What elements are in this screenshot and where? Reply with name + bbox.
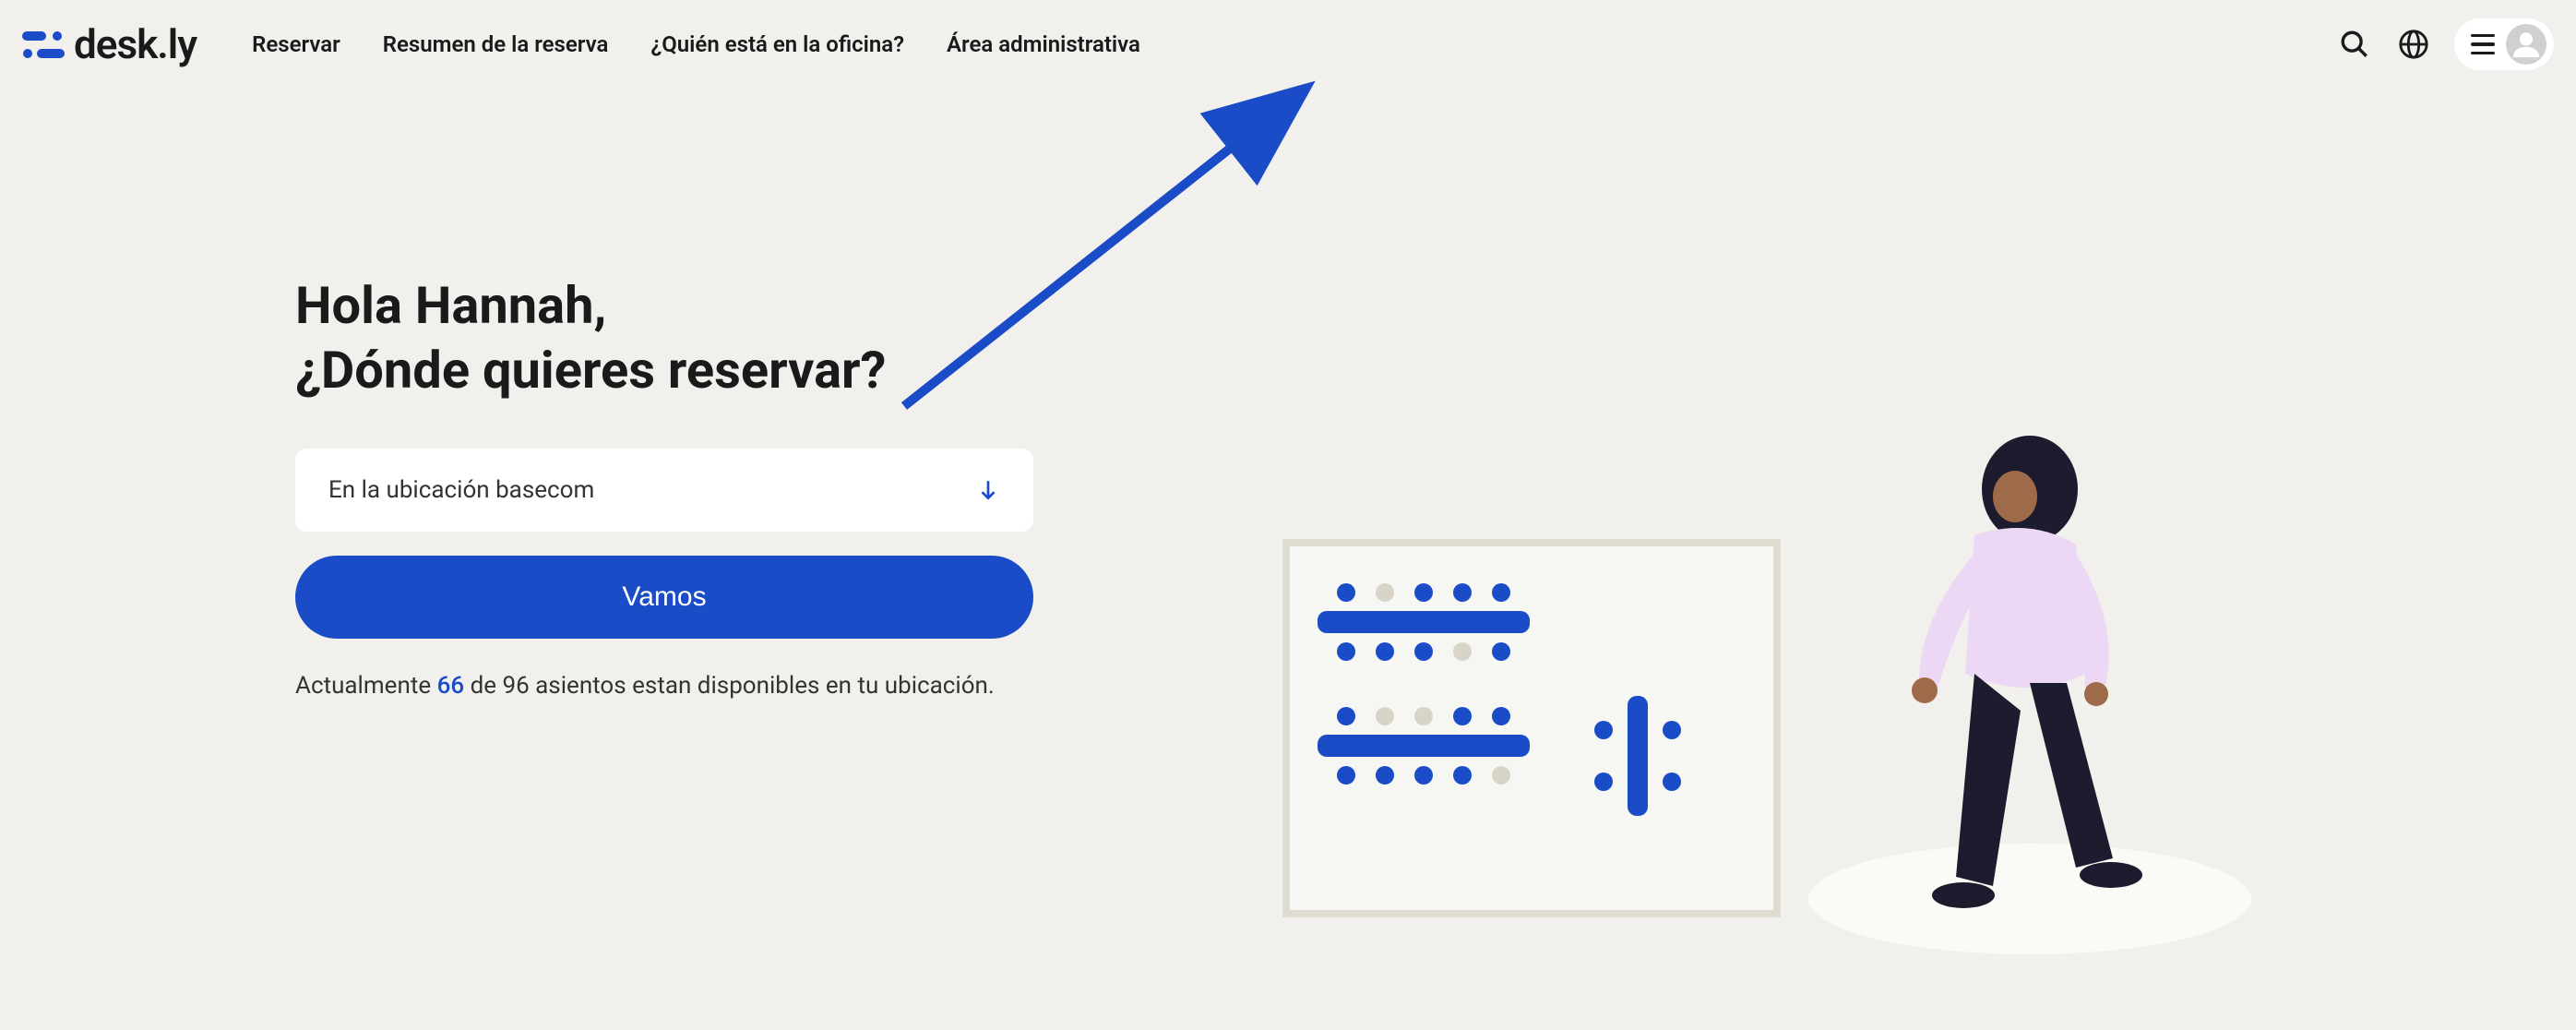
booking-panel: Hola Hannah, ¿Dónde quieres reservar? En…: [295, 273, 1126, 700]
language-button[interactable]: [2395, 26, 2432, 63]
avatar: [2506, 24, 2546, 65]
greeting: Hola Hannah, ¿Dónde quieres reservar?: [295, 273, 1126, 402]
greeting-line2: ¿Dónde quieres reservar?: [295, 338, 1126, 402]
header-actions: [2336, 18, 2554, 70]
greeting-line1: Hola Hannah,: [295, 273, 1126, 338]
floorplan-icon: [1282, 539, 1781, 917]
availability-text: Actualmente 66 de 96 asientos estan disp…: [295, 672, 1126, 700]
availability-count: 66: [437, 672, 465, 700]
person-icon: [1891, 434, 2150, 914]
nav-resumen[interactable]: Resumen de la reserva: [383, 31, 609, 57]
hamburger-icon: [2471, 34, 2495, 55]
search-button[interactable]: [2336, 26, 2373, 63]
main-nav: Reservar Resumen de la reserva ¿Quién es…: [252, 31, 1140, 57]
availability-suffix: de 96 asientos estan disponibles en tu u…: [464, 672, 995, 700]
location-select[interactable]: En la ubicación basecom: [295, 449, 1033, 532]
illustration: [1282, 434, 2150, 917]
go-button[interactable]: Vamos: [295, 556, 1033, 639]
search-icon: [2339, 29, 2370, 60]
location-text: En la ubicación basecom: [328, 476, 594, 504]
availability-prefix: Actualmente: [295, 672, 437, 700]
profile-menu[interactable]: [2454, 18, 2554, 70]
header: desk.ly Reservar Resumen de la reserva ¿…: [0, 0, 2576, 89]
logo-text: desk.ly: [74, 20, 197, 68]
person-illustration: [1891, 434, 2150, 917]
nav-quien[interactable]: ¿Quién está en la oficina?: [650, 31, 904, 57]
nav-reservar[interactable]: Reservar: [252, 31, 340, 57]
nav-admin[interactable]: Área administrativa: [947, 31, 1140, 57]
logo[interactable]: desk.ly: [22, 20, 197, 68]
globe-icon: [2398, 29, 2429, 60]
arrow-down-icon: [976, 478, 1000, 502]
user-icon: [2510, 29, 2542, 60]
logo-mark-icon: [22, 28, 65, 61]
